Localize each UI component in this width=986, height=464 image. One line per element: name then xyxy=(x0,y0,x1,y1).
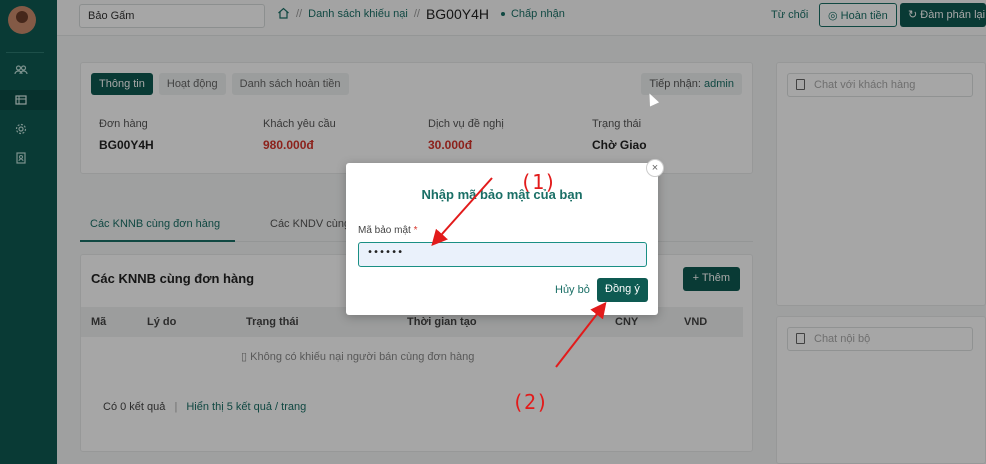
close-icon[interactable]: × xyxy=(646,159,664,177)
security-code-label: Mã bảo mật * xyxy=(358,225,418,236)
security-code-input[interactable]: •••••• xyxy=(358,242,647,267)
security-code-label-text: Mã bảo mật xyxy=(358,225,411,236)
cancel-button[interactable]: Hủy bỏ xyxy=(555,284,590,296)
dialog-title: Nhập mã bảo mật của bạn xyxy=(421,187,583,202)
annotation-label-1: (1) xyxy=(520,170,557,194)
required-mark: * xyxy=(413,225,418,236)
confirm-button[interactable]: Đồng ý xyxy=(597,278,648,302)
security-code-dialog: × Nhập mã bảo mật của bạn Mã bảo mật * •… xyxy=(346,159,664,315)
annotation-label-2: (2) xyxy=(512,390,549,414)
